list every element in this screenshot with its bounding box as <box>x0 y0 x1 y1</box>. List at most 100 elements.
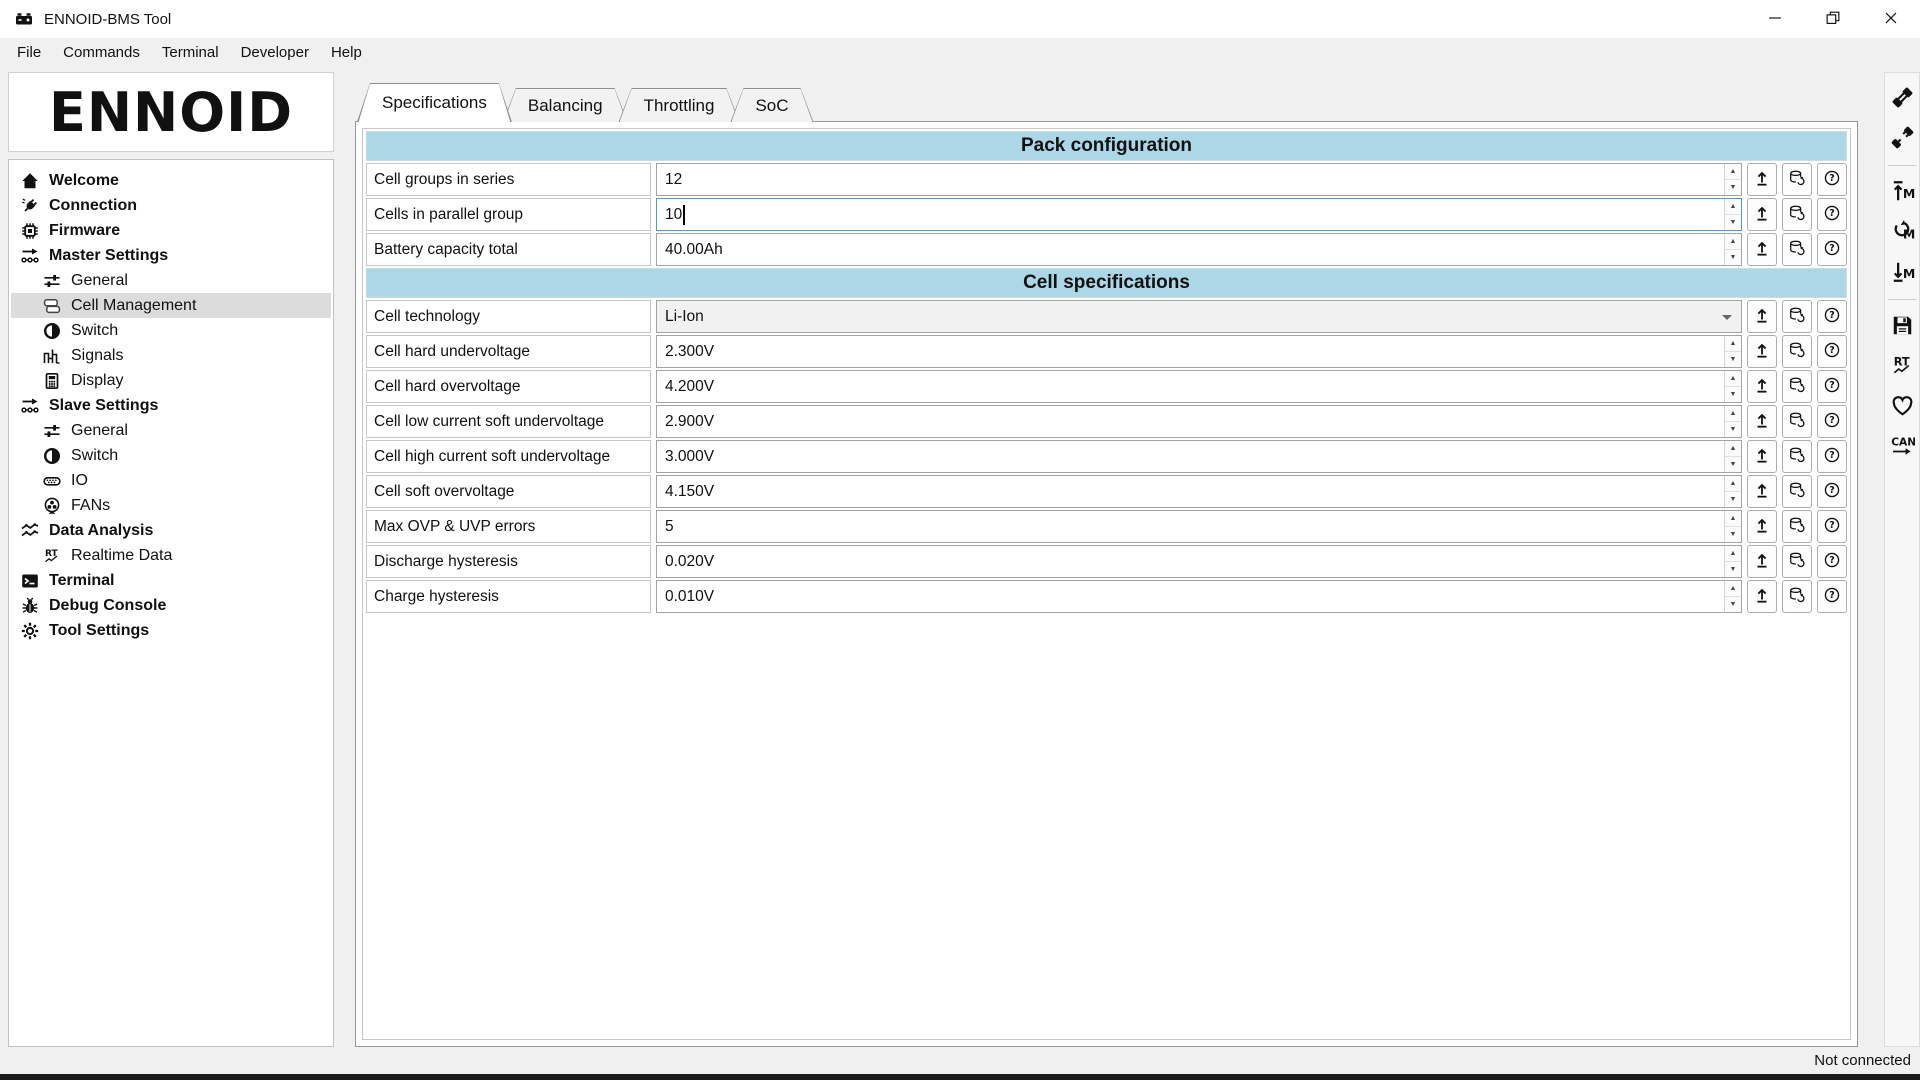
menu-file[interactable]: File <box>6 40 52 65</box>
spin-up-button[interactable] <box>1725 511 1741 527</box>
window-button-restore[interactable] <box>1804 0 1862 38</box>
sidebar-item-debug-console[interactable]: Debug Console <box>11 593 331 618</box>
help-button[interactable] <box>1817 440 1847 473</box>
window-button-minimize[interactable] <box>1746 0 1804 38</box>
sidebar-item-welcome[interactable]: Welcome <box>11 168 331 193</box>
spin-down-button[interactable] <box>1725 352 1741 367</box>
upload-button[interactable] <box>1747 300 1777 333</box>
sidebar-item-slave-settings[interactable]: Slave Settings <box>11 393 331 418</box>
upload-button[interactable] <box>1747 580 1777 613</box>
help-button[interactable] <box>1817 233 1847 266</box>
help-button[interactable] <box>1817 545 1847 578</box>
spin-down-button[interactable] <box>1725 422 1741 437</box>
sidebar-item-switch[interactable]: Switch <box>11 318 331 343</box>
help-button[interactable] <box>1817 405 1847 438</box>
spin-down-button[interactable] <box>1725 387 1741 402</box>
db-refresh-button[interactable] <box>1782 545 1812 578</box>
field-input-cell-soft-overvoltage[interactable]: 4.150V <box>656 475 1742 508</box>
tab-balancing[interactable]: Balancing <box>503 88 628 122</box>
spin-up-button[interactable] <box>1725 371 1741 387</box>
spin-up-button[interactable] <box>1725 336 1741 352</box>
db-refresh-button[interactable] <box>1782 440 1812 473</box>
help-button[interactable] <box>1817 370 1847 403</box>
toolbar-button-plug-connect[interactable] <box>1888 85 1916 112</box>
sidebar-item-data-analysis[interactable]: Data Analysis <box>11 518 331 543</box>
help-button[interactable] <box>1817 510 1847 543</box>
menu-terminal[interactable]: Terminal <box>151 40 230 65</box>
sidebar-item-cell-management[interactable]: Cell Management <box>11 293 331 318</box>
sidebar-item-connection[interactable]: Connection <box>11 193 331 218</box>
spin-up-button[interactable] <box>1725 581 1741 597</box>
field-input-cell-high-current-soft-undervoltage[interactable]: 3.000V <box>656 440 1742 473</box>
toolbar-button-heart[interactable] <box>1888 393 1916 420</box>
field-input-max-ovp-uvp-errors[interactable]: 5 <box>656 510 1742 543</box>
sidebar-item-display[interactable]: Display <box>11 368 331 393</box>
upload-button[interactable] <box>1747 370 1777 403</box>
tab-soc[interactable]: SoC <box>730 88 813 122</box>
upload-button[interactable] <box>1747 510 1777 543</box>
tab-throttling[interactable]: Throttling <box>619 88 740 122</box>
db-refresh-button[interactable] <box>1782 510 1812 543</box>
upload-button[interactable] <box>1747 405 1777 438</box>
sidebar-item-tool-settings[interactable]: Tool Settings <box>11 618 331 643</box>
db-refresh-button[interactable] <box>1782 405 1812 438</box>
upload-button[interactable] <box>1747 163 1777 196</box>
sidebar-item-realtime-data[interactable]: Realtime Data <box>11 543 331 568</box>
help-button[interactable] <box>1817 335 1847 368</box>
toolbar-button-plug-disconnect[interactable] <box>1888 125 1916 152</box>
toolbar-button-refresh-m[interactable] <box>1888 219 1916 246</box>
sidebar-item-terminal[interactable]: Terminal <box>11 568 331 593</box>
tab-specifications[interactable]: Specifications <box>357 83 512 122</box>
upload-button[interactable] <box>1747 198 1777 231</box>
spin-up-button[interactable] <box>1725 234 1741 250</box>
sidebar-item-master-settings[interactable]: Master Settings <box>11 243 331 268</box>
spin-down-button[interactable] <box>1725 180 1741 195</box>
sidebar-item-general[interactable]: General <box>11 418 331 443</box>
field-input-cell-groups-in-series[interactable]: 12 <box>656 163 1742 196</box>
field-input-cell-hard-overvoltage[interactable]: 4.200V <box>656 370 1742 403</box>
sidebar-item-signals[interactable]: Signals <box>11 343 331 368</box>
sidebar-item-fans[interactable]: FANs <box>11 493 331 518</box>
db-refresh-button[interactable] <box>1782 475 1812 508</box>
spin-down-button[interactable] <box>1725 492 1741 507</box>
db-refresh-button[interactable] <box>1782 163 1812 196</box>
spin-up-button[interactable] <box>1725 406 1741 422</box>
upload-button[interactable] <box>1747 233 1777 266</box>
spin-down-button[interactable] <box>1725 457 1741 472</box>
toolbar-button-can[interactable] <box>1888 433 1916 460</box>
upload-button[interactable] <box>1747 545 1777 578</box>
spin-down-button[interactable] <box>1725 215 1741 230</box>
help-button[interactable] <box>1817 300 1847 333</box>
db-refresh-button[interactable] <box>1782 300 1812 333</box>
spin-up-button[interactable] <box>1725 164 1741 180</box>
help-button[interactable] <box>1817 163 1847 196</box>
spin-up-button[interactable] <box>1725 441 1741 457</box>
field-input-cell-technology[interactable]: Li-Ion <box>656 300 1742 333</box>
spin-up-button[interactable] <box>1725 546 1741 562</box>
field-input-charge-hysteresis[interactable]: 0.010V <box>656 580 1742 613</box>
sidebar-item-firmware[interactable]: Firmware <box>11 218 331 243</box>
spin-up-button[interactable] <box>1725 199 1741 215</box>
field-input-discharge-hysteresis[interactable]: 0.020V <box>656 545 1742 578</box>
toolbar-button-download-m[interactable] <box>1888 259 1916 286</box>
field-input-battery-capacity-total[interactable]: 40.00Ah <box>656 233 1742 266</box>
db-refresh-button[interactable] <box>1782 233 1812 266</box>
spin-down-button[interactable] <box>1725 562 1741 577</box>
db-refresh-button[interactable] <box>1782 198 1812 231</box>
spin-down-button[interactable] <box>1725 597 1741 612</box>
menu-developer[interactable]: Developer <box>230 40 320 65</box>
help-button[interactable] <box>1817 475 1847 508</box>
field-input-cell-hard-undervoltage[interactable]: 2.300V <box>656 335 1742 368</box>
db-refresh-button[interactable] <box>1782 580 1812 613</box>
toolbar-button-save[interactable] <box>1888 313 1916 340</box>
menu-help[interactable]: Help <box>320 40 373 65</box>
db-refresh-button[interactable] <box>1782 370 1812 403</box>
sidebar-item-general[interactable]: General <box>11 268 331 293</box>
window-button-close[interactable] <box>1862 0 1920 38</box>
field-input-cells-in-parallel-group[interactable]: 10 <box>656 198 1742 231</box>
menu-commands[interactable]: Commands <box>52 40 151 65</box>
toolbar-button-upload-m[interactable] <box>1888 179 1916 206</box>
spin-down-button[interactable] <box>1725 527 1741 542</box>
field-input-cell-low-current-soft-undervoltage[interactable]: 2.900V <box>656 405 1742 438</box>
upload-button[interactable] <box>1747 440 1777 473</box>
